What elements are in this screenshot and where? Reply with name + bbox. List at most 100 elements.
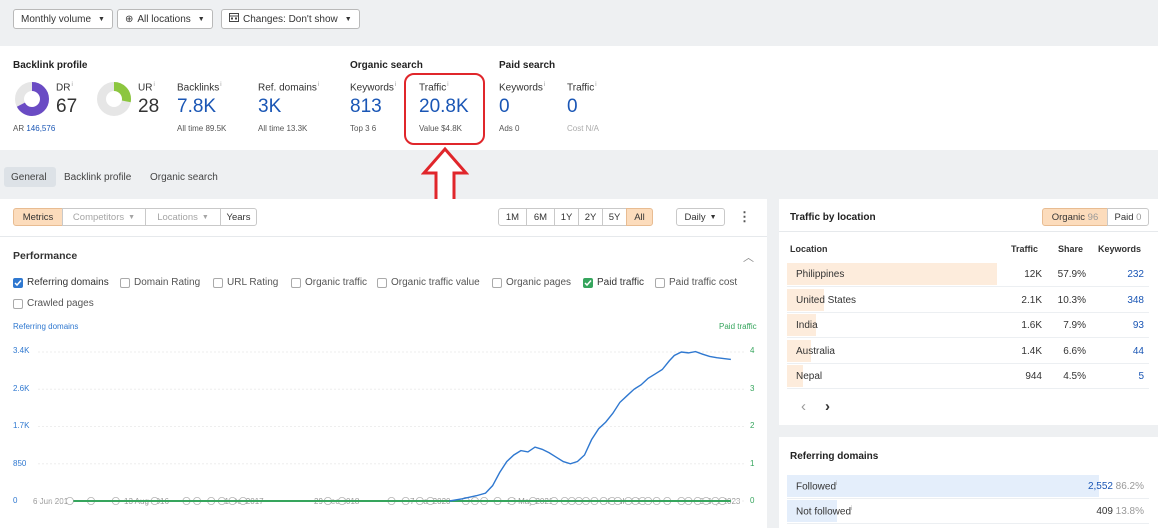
- organic-toggle[interactable]: Organic 96: [1042, 208, 1108, 226]
- checkbox-url-rating[interactable]: URL Rating: [213, 277, 278, 288]
- rd-label: Followedi: [796, 481, 838, 493]
- check-icon: [583, 277, 593, 288]
- performance-title: Performance: [13, 250, 78, 262]
- paid-search-heading: Paid search: [499, 60, 556, 71]
- location-row[interactable]: United States 2.1K 10.3% 348: [787, 288, 1149, 313]
- backlinks-label: Backlinksi: [177, 82, 222, 94]
- backlinks-all-time: All time 89.5K: [177, 124, 227, 133]
- ur-label: URi: [138, 82, 155, 94]
- all-locations-dropdown[interactable]: ⊕ All locations ▼: [117, 9, 213, 29]
- organic-keywords-value[interactable]: 813: [350, 96, 382, 118]
- dr-ring-chart: [15, 82, 49, 116]
- next-page-icon[interactable]: ›: [825, 398, 830, 415]
- all-locations-label: All locations: [137, 13, 191, 25]
- location-share: 10.3%: [1057, 294, 1086, 306]
- interval-dropdown[interactable]: Daily ▼: [676, 208, 725, 226]
- dr-label: DRi: [56, 82, 73, 94]
- chevron-down-icon: ▼: [709, 213, 717, 221]
- range-2y[interactable]: 2Y: [578, 208, 603, 226]
- panel-divider: [779, 231, 1158, 232]
- referring-domain-row[interactable]: Not followedi 409 13.8%: [787, 499, 1149, 524]
- info-icon: i: [851, 506, 853, 512]
- metrics-button[interactable]: Metrics: [13, 208, 63, 226]
- backlinks-value[interactable]: 7.8K: [177, 96, 216, 118]
- location-row[interactable]: Philippines 12K 57.9% 232: [787, 262, 1149, 287]
- collapse-chevron-icon[interactable]: ︿: [743, 249, 754, 265]
- location-traffic: 944: [1025, 371, 1042, 382]
- range-1y[interactable]: 1Y: [554, 208, 579, 226]
- checkbox-domain-rating[interactable]: Domain Rating: [120, 277, 200, 288]
- monthly-volume-label: Monthly volume: [21, 13, 92, 25]
- ref-domains-all-time: All time 13.3K: [258, 124, 308, 133]
- tab-general-label[interactable]: General: [11, 172, 47, 183]
- rd-value[interactable]: 2,552: [1088, 481, 1113, 492]
- location-keywords[interactable]: 44: [1133, 346, 1144, 357]
- location-row[interactable]: Australia 1.4K 6.6% 44: [787, 339, 1149, 364]
- range-all[interactable]: All: [626, 208, 653, 226]
- ar-text: AR 146,576: [13, 124, 56, 133]
- left-axis-label: Referring domains: [13, 322, 79, 331]
- checkbox-crawled-pages[interactable]: Crawled pages: [13, 298, 94, 309]
- competitors-dropdown[interactable]: Competitors ▼: [62, 208, 146, 226]
- location-name: United States: [796, 294, 857, 306]
- paid-cost: Cost N/A: [567, 124, 600, 133]
- range-1m[interactable]: 1M: [498, 208, 527, 226]
- range-5y[interactable]: 5Y: [602, 208, 627, 226]
- location-keywords[interactable]: 93: [1133, 320, 1144, 331]
- locations-dropdown[interactable]: Locations ▼: [145, 208, 221, 226]
- checkbox-organic-traffic[interactable]: Organic traffic: [291, 277, 367, 288]
- location-share: 6.6%: [1063, 345, 1086, 357]
- right-axis-label: Paid traffic: [719, 322, 757, 331]
- dr-value: 67: [56, 96, 78, 117]
- location-name: Nepal: [796, 371, 823, 382]
- chevron-down-icon: ▼: [201, 213, 209, 221]
- changes-dropdown[interactable]: Changes: Don't show ▼: [221, 9, 360, 29]
- paid-traffic-label: Traffici: [567, 82, 597, 94]
- years-button[interactable]: Years: [220, 208, 257, 226]
- checkbox-paid-traffic-cost[interactable]: Paid traffic cost: [655, 277, 737, 288]
- paid-traffic-value[interactable]: 0: [567, 96, 578, 118]
- rd-percent: 86.2%: [1115, 481, 1144, 492]
- location-keywords[interactable]: 348: [1127, 295, 1144, 306]
- chevron-down-icon: ▼: [98, 15, 105, 23]
- tab-organic-search[interactable]: Organic search: [150, 172, 218, 183]
- referring-domains-title: Referring domains: [790, 451, 879, 462]
- ref-domains-label: Ref. domainsi: [258, 82, 320, 94]
- prev-page-icon[interactable]: ‹: [801, 398, 806, 415]
- rd-percent: 13.8%: [1115, 506, 1144, 517]
- organic-top3: Top 3 6: [350, 124, 377, 133]
- referring-domain-row[interactable]: Followedi 2,552 86.2%: [787, 474, 1149, 499]
- calendar-icon: [229, 13, 239, 25]
- tab-backlink-profile[interactable]: Backlink profile: [64, 172, 131, 183]
- location-name: India: [796, 320, 818, 331]
- location-keywords[interactable]: 5: [1138, 371, 1144, 382]
- checkbox-paid-traffic[interactable]: Paid traffic: [583, 277, 644, 288]
- backlink-profile-heading: Backlink profile: [13, 60, 88, 71]
- paid-keywords-value[interactable]: 0: [499, 96, 510, 118]
- organic-search-heading: Organic search: [350, 60, 423, 71]
- performance-line-chart[interactable]: [0, 340, 767, 510]
- location-keywords[interactable]: 232: [1127, 269, 1144, 280]
- location-row[interactable]: India 1.6K 7.9% 93: [787, 313, 1149, 338]
- location-traffic: 2.1K: [1021, 294, 1042, 306]
- col-traffic[interactable]: Traffic: [1011, 244, 1038, 254]
- col-location[interactable]: Location: [790, 244, 828, 254]
- paid-toggle[interactable]: Paid 0: [1107, 208, 1149, 226]
- rd-label: Not followedi: [796, 506, 853, 518]
- checkbox-organic-pages[interactable]: Organic pages: [492, 277, 571, 288]
- ref-domains-value[interactable]: 3K: [258, 96, 281, 118]
- rd-value[interactable]: 409: [1096, 506, 1113, 517]
- overview-panel: Backlink profile Organic search Paid sea…: [0, 46, 1158, 150]
- col-share[interactable]: Share: [1058, 244, 1083, 254]
- checkbox-organic-traffic-value[interactable]: Organic traffic value: [377, 277, 480, 288]
- ur-ring-chart: [97, 82, 131, 116]
- col-keywords[interactable]: Keywords: [1098, 244, 1141, 254]
- monthly-volume-dropdown[interactable]: Monthly volume ▼: [13, 9, 113, 29]
- info-icon: i: [595, 82, 597, 88]
- checkbox-referring-domains[interactable]: Referring domains: [13, 277, 109, 288]
- location-row[interactable]: Nepal 944 4.5% 5: [787, 364, 1149, 389]
- paid-keywords-label: Keywordsi: [499, 82, 546, 94]
- more-options-icon[interactable]: ⋮: [738, 209, 751, 225]
- range-6m[interactable]: 6M: [526, 208, 555, 226]
- traffic-by-location-title: Traffic by location: [790, 212, 876, 223]
